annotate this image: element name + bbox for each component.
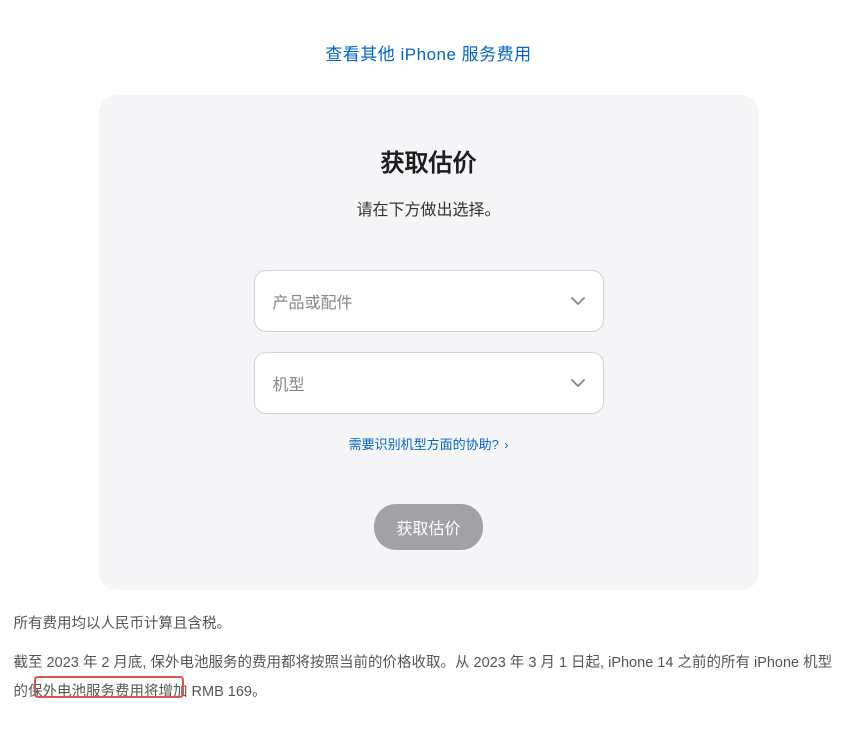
product-select[interactable]: 产品或配件 [254,270,604,332]
estimate-card: 获取估价 请在下方做出选择。 产品或配件 机型 需要识别机型方面的协助? › 获… [99,95,759,590]
card-title: 获取估价 [139,143,719,178]
footnote-line-2: 截至 2023 年 2 月底, 保外电池服务的费用都将按照当前的价格收取。从 2… [14,649,844,707]
get-estimate-button[interactable]: 获取估价 [374,504,482,550]
footnotes: 所有费用均以人民币计算且含税。 截至 2023 年 2 月底, 保外电池服务的费… [14,610,844,737]
product-select-placeholder: 产品或配件 [273,289,353,313]
other-services-link[interactable]: 查看其他 iPhone 服务费用 [325,45,531,64]
model-select[interactable]: 机型 [254,352,604,414]
help-link-row: 需要识别机型方面的协助? › [139,434,719,454]
model-select-placeholder: 机型 [273,371,305,395]
top-link-row: 查看其他 iPhone 服务费用 [0,0,857,95]
page-container: 查看其他 iPhone 服务费用 获取估价 请在下方做出选择。 产品或配件 机型… [0,0,857,737]
chevron-down-icon [571,379,585,387]
footnote-line-2-text: 截至 2023 年 2 月底, 保外电池服务的费用都将按照当前的价格收取。从 2… [14,655,833,700]
chevron-right-icon: › [504,438,508,452]
chevron-down-icon [571,297,585,305]
card-subtitle: 请在下方做出选择。 [139,196,719,220]
footnote-line-1: 所有费用均以人民币计算且含税。 [14,610,844,639]
identify-model-help-link[interactable]: 需要识别机型方面的协助? › [349,437,509,452]
help-link-label: 需要识别机型方面的协助? [349,437,499,452]
